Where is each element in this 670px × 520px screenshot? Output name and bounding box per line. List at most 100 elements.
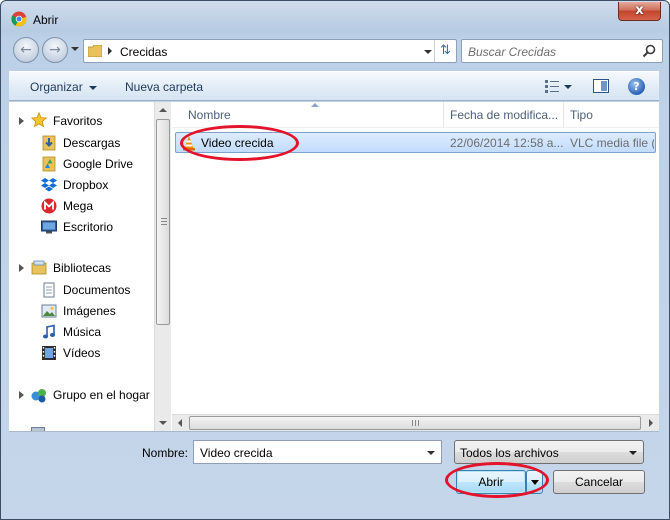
sidebar-group-libraries[interactable]: Bibliotecas xyxy=(9,258,154,278)
sidebar-group-label: Grupo en el hogar xyxy=(53,388,150,402)
address-bar[interactable]: Crecidas ⇅ xyxy=(83,39,457,63)
open-button[interactable]: Abrir xyxy=(456,470,526,494)
vlc-icon xyxy=(183,136,195,151)
content-area: Favoritos Descargas Google Drive Dropbox… xyxy=(9,102,659,432)
file-name: Video crecida xyxy=(201,136,274,150)
preview-pane-icon[interactable] xyxy=(593,79,609,93)
file-list-horizontal-scrollbar[interactable] xyxy=(172,414,659,431)
google-drive-icon xyxy=(42,156,56,172)
sidebar-item-label: Música xyxy=(63,325,102,339)
dropbox-icon xyxy=(41,178,57,192)
command-bar: Organizar Nueva carpeta ? xyxy=(9,71,659,101)
breadcrumb-separator-icon[interactable] xyxy=(108,47,112,55)
sidebar-item-label: Descargas xyxy=(63,136,121,150)
help-icon[interactable]: ? xyxy=(628,78,645,95)
sidebar-item-dropbox[interactable]: Dropbox xyxy=(9,175,154,195)
sidebar-group-label: Bibliotecas xyxy=(53,261,112,275)
search-box[interactable]: Buscar Crecidas xyxy=(461,39,663,63)
downloads-icon xyxy=(42,135,56,151)
title-bar: Abrir x xyxy=(1,1,669,33)
sidebar-item-label: Imágenes xyxy=(63,304,116,318)
filename-value[interactable]: Video crecida xyxy=(200,446,273,460)
computer-icon xyxy=(31,427,45,431)
breadcrumb-crecidas[interactable]: Crecidas xyxy=(120,45,167,59)
documents-icon xyxy=(43,282,55,298)
pictures-icon xyxy=(41,304,57,318)
organize-menu[interactable]: Organizar xyxy=(30,80,97,94)
new-folder-button[interactable]: Nueva carpeta xyxy=(125,80,203,94)
grip-line xyxy=(161,224,167,225)
search-icon[interactable] xyxy=(642,44,656,58)
file-list: Nombre Fecha de modifica... Tipo Video c… xyxy=(172,102,659,431)
sidebar-item-desktop[interactable]: Escritorio xyxy=(9,217,154,237)
sidebar-item-mega[interactable]: Mega xyxy=(9,196,154,216)
organize-label: Organizar xyxy=(30,80,83,94)
navigation-bar: ← → Crecidas ⇅ Buscar Crecidas xyxy=(9,35,663,65)
chrome-icon xyxy=(11,11,27,27)
grip-line xyxy=(412,420,413,426)
scroll-right-icon[interactable] xyxy=(649,419,653,427)
scroll-down-icon[interactable] xyxy=(159,421,167,425)
sidebar-item-documents[interactable]: Documentos xyxy=(9,280,154,300)
sidebar-group-favorites[interactable]: Favoritos xyxy=(9,111,154,131)
scroll-left-icon[interactable] xyxy=(178,419,182,427)
refresh-button[interactable]: ⇅ xyxy=(434,40,456,62)
column-header-row: Nombre Fecha de modifica... Tipo xyxy=(172,102,659,128)
sidebar-item-label: Dropbox xyxy=(63,178,109,192)
grip-line xyxy=(415,420,416,426)
column-header-name[interactable]: Nombre xyxy=(172,102,444,128)
sidebar-group-homegroup[interactable]: Grupo en el hogar xyxy=(9,385,154,405)
file-row[interactable]: Video crecida 22/06/2014 12:58 a... VLC … xyxy=(175,132,656,153)
grip-line xyxy=(161,218,167,219)
sidebar-item-label: Mega xyxy=(63,199,94,213)
star-icon xyxy=(31,112,47,128)
expand-arrow-icon[interactable] xyxy=(19,391,24,399)
sidebar-item-label: Google Drive xyxy=(63,157,134,171)
grip-line xyxy=(418,420,419,426)
scrollbar-thumb[interactable] xyxy=(156,119,170,325)
navigation-pane: Favoritos Descargas Google Drive Dropbox… xyxy=(9,102,154,431)
sidebar-group-label: Favoritos xyxy=(53,114,103,128)
cancel-button[interactable]: Cancelar xyxy=(553,470,645,494)
filename-label: Nombre: xyxy=(142,446,189,460)
expand-arrow-icon[interactable] xyxy=(19,117,24,125)
view-options-icon[interactable] xyxy=(545,80,559,93)
forward-button[interactable]: → xyxy=(42,37,68,63)
scrollbar-thumb[interactable] xyxy=(189,416,641,430)
videos-icon xyxy=(42,346,56,360)
search-placeholder[interactable]: Buscar Crecidas xyxy=(468,45,556,59)
open-file-dialog: Abrir x ← → Crecidas ⇅ Buscar Crecidas O… xyxy=(0,0,670,520)
sidebar-item-label: Documentos xyxy=(63,283,131,297)
sidebar-item-music[interactable]: Música xyxy=(9,322,154,342)
chevron-down-icon[interactable] xyxy=(427,451,435,455)
chevron-down-icon xyxy=(88,85,97,90)
navigation-pane-scrollbar[interactable] xyxy=(154,102,171,431)
file-type-filter-value: Todos los archivos xyxy=(460,446,559,460)
column-header-date[interactable]: Fecha de modifica... xyxy=(444,102,564,128)
sidebar-item-videos[interactable]: Vídeos xyxy=(9,343,154,363)
chevron-down-icon[interactable] xyxy=(629,451,637,455)
file-type-filter-select[interactable]: Todos los archivos xyxy=(454,440,644,464)
homegroup-icon xyxy=(31,389,46,403)
filename-combobox[interactable]: Video crecida xyxy=(193,440,442,464)
music-icon xyxy=(43,324,55,339)
file-date: 22/06/2014 12:58 a... xyxy=(450,136,564,150)
address-dropdown-icon[interactable] xyxy=(424,50,432,54)
sidebar-item-downloads[interactable]: Descargas xyxy=(9,133,154,153)
open-options-dropdown-button[interactable] xyxy=(526,470,543,494)
recent-locations-dropdown-icon[interactable] xyxy=(71,47,79,51)
desktop-icon xyxy=(41,220,57,234)
scroll-up-icon[interactable] xyxy=(159,108,167,112)
sidebar-item-pictures[interactable]: Imágenes xyxy=(9,301,154,321)
mega-icon xyxy=(41,198,57,214)
sidebar-item-computer[interactable] xyxy=(9,424,154,431)
view-dropdown-icon[interactable] xyxy=(564,85,572,89)
column-header-type[interactable]: Tipo xyxy=(564,102,659,128)
sidebar-item-google-drive[interactable]: Google Drive xyxy=(9,154,154,174)
folder-icon xyxy=(88,45,102,57)
close-button[interactable]: x xyxy=(618,2,661,21)
expand-arrow-icon[interactable] xyxy=(19,264,24,272)
sidebar-item-label: Escritorio xyxy=(63,220,114,234)
libraries-icon xyxy=(31,260,47,275)
back-button[interactable]: ← xyxy=(13,37,39,63)
